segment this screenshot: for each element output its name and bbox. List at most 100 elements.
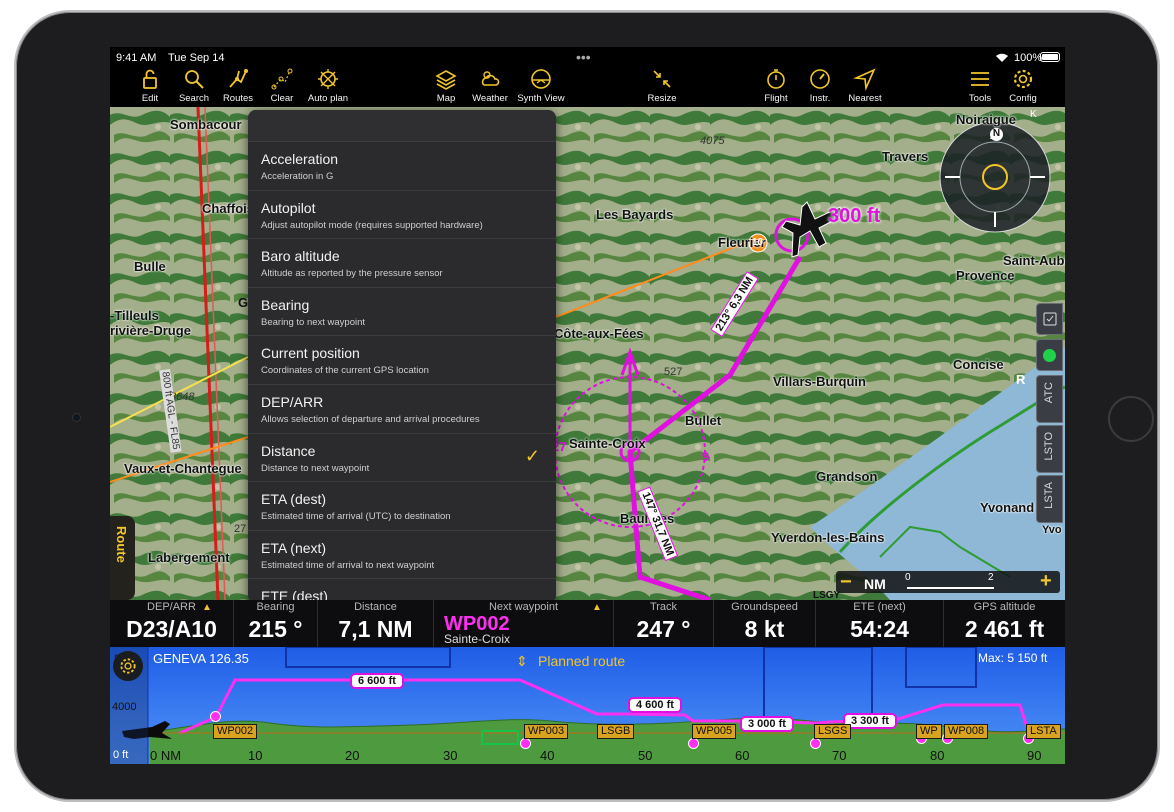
place-label: Villars-Burquin [773, 374, 866, 389]
instrument-picker-menu: Acceleration Acceleration in G Autopilot Ad… [248, 110, 556, 603]
track-cell[interactable]: Track 247 ° [614, 600, 714, 647]
side-tab-label: LSTA [1043, 482, 1055, 509]
waypoint-tag[interactable]: WP [916, 724, 942, 739]
next-waypoint-cell[interactable]: Next waypoint WP002 Sainte-Croix ▲ [434, 600, 614, 647]
x-axis-label: 60 [735, 748, 750, 763]
menu-item-eta-dest[interactable]: ETA (dest) Estimated time of arrival (UTC… [248, 482, 556, 531]
place-label: Chaffois [202, 201, 254, 216]
place-label: Vaux-et-Chantegue [124, 461, 242, 476]
distance-cell[interactable]: Distance 7,1 NM [318, 600, 434, 647]
menu-item-description: Adjust autopilot mode (requires supporte… [261, 219, 483, 231]
search-icon [185, 70, 204, 89]
routes-icon [229, 69, 248, 88]
next-waypoint-name: Sainte-Croix [444, 632, 511, 646]
profile-settings-button[interactable] [113, 651, 143, 681]
cell-header: Track [649, 601, 678, 613]
side-tab-atc[interactable]: ATC [1036, 375, 1063, 423]
frequency-label: GENEVA 126.35 [153, 651, 249, 666]
place-label: Noiraigue [956, 112, 1016, 127]
warning-icon: ▲ [592, 602, 602, 613]
route-tab[interactable]: Route [110, 516, 135, 600]
menu-item-label: Acceleration [261, 151, 339, 167]
place-label: Bullet [685, 413, 722, 428]
config-button[interactable]: Config [995, 63, 1051, 107]
altitude-badge: 6 600 ft [350, 673, 404, 689]
side-tab-label: ATC [1043, 382, 1055, 404]
gps-altitude-cell[interactable]: GPS altitude 2 461 ft [944, 600, 1065, 647]
menu-item-label: Autopilot [261, 199, 316, 216]
weather-icon [481, 71, 500, 86]
ete-next-cell[interactable]: ETE (next) 54:24 [816, 600, 944, 647]
map-letter: K [1030, 109, 1037, 120]
place-label: Sombacour [170, 117, 242, 132]
menu-item-dep-arr[interactable]: DEP/ARR Allows selection of departure and… [248, 385, 556, 434]
side-tab-lsto[interactable]: LSTO [1036, 425, 1063, 473]
waypoint-tag[interactable]: WP005 [692, 724, 737, 739]
menu-item-description: Estimated time of arrival (UTC) to desti… [261, 511, 451, 523]
airport-label: LSGY [813, 590, 841, 600]
altitude-badge: 3 000 ft [740, 716, 794, 732]
cell-value: 215 ° [248, 616, 303, 642]
place-label: Les Bayards [596, 207, 674, 222]
vertical-profile[interactable]: 8000 4000 0 ft GENEVA 126.35 ⇕ Planned r… [110, 647, 1065, 764]
checklist-button[interactable] [1036, 303, 1063, 335]
side-tab-lsta[interactable]: LSTA [1036, 475, 1063, 523]
menu-item-label: ETA (next) [261, 539, 327, 556]
waypoint-tag[interactable]: LSTA [1026, 724, 1061, 739]
cell-value: 54:24 [850, 616, 909, 642]
zoom-in-button[interactable]: + [1040, 570, 1052, 593]
menu-item-label: Current position [261, 345, 360, 362]
waypoint-tag[interactable]: WP008 [944, 724, 989, 739]
x-axis-label: 30 [443, 748, 458, 763]
profile-point [210, 711, 221, 722]
waypoint-tag[interactable]: LSGS [814, 724, 852, 739]
x-axis-label: 50 [638, 748, 653, 763]
menu-item-baro-altitude[interactable]: Baro altitude Altitude as reported by the… [248, 239, 556, 288]
status-indicator-button[interactable] [1036, 339, 1063, 371]
menu-item-autopilot[interactable]: Autopilot Adjust autopilot mode (requires… [248, 191, 556, 240]
cell-value: 8 kt [744, 616, 785, 642]
waypoint-tag[interactable]: LSGB [597, 724, 635, 739]
autoplan-icon [318, 69, 338, 89]
radial-label: 9 [702, 449, 710, 464]
drag-handle-icon[interactable]: ⇕ [516, 653, 528, 670]
cell-header: Groundspeed [731, 601, 798, 613]
groundspeed-cell[interactable]: Groundspeed 8 kt [714, 600, 816, 647]
map-letter: G [238, 295, 249, 310]
waypoint-tag[interactable]: WP003 [524, 724, 569, 739]
zoom-out-button[interactable]: − [840, 571, 852, 594]
y-axis-label: 0 ft [113, 749, 129, 761]
home-button[interactable] [1108, 396, 1154, 442]
altitude-badge: 4 600 ft [628, 697, 682, 713]
map-letter: R [1016, 372, 1026, 387]
place-label: Provence [956, 268, 1015, 283]
menu-item-label: ETA (dest) [261, 491, 327, 508]
y-axis-label: 4000 [112, 701, 137, 713]
scale-end: 2 [988, 572, 994, 583]
menu-item-distance[interactable]: Distance Distance to next waypoint ✓ [248, 434, 556, 483]
altitude-label: 300 ft [828, 205, 881, 227]
cell-header: Distance [354, 601, 397, 613]
menu-item-description: Bearing to next waypoint [261, 316, 366, 328]
bearing-cell[interactable]: Bearing 215 ° [234, 600, 318, 647]
profile-point [810, 738, 821, 749]
nearest-button[interactable]: Nearest [837, 63, 893, 107]
menu-item-eta-next[interactable]: ETA (next) Estimated time of arrival to n… [248, 531, 556, 580]
resize-button[interactable]: Resize [634, 63, 690, 107]
menu-item-current-position[interactable]: Current position Coordinates of the curre… [248, 336, 556, 385]
north-indicator: N [990, 128, 1003, 141]
synth-view-button[interactable]: Synth View [513, 63, 569, 107]
checklist-icon [1043, 312, 1057, 326]
menu-item-bearing[interactable]: Bearing Bearing to next waypoint [248, 288, 556, 337]
config-label: Config [1009, 93, 1037, 104]
lock-icon [143, 69, 157, 89]
waypoint-tag[interactable]: WP002 [213, 724, 258, 739]
scale-bar [907, 587, 994, 589]
menu-item-acceleration[interactable]: Acceleration Acceleration in G [248, 142, 556, 191]
dep-arr-cell[interactable]: DEP/ARR D23/A10 [110, 600, 234, 647]
wifi-icon [996, 53, 1008, 62]
menu-item-description: Altitude as reported by the pressure sen… [261, 268, 443, 280]
weather-button[interactable]: Weather [462, 63, 518, 107]
menu-header [248, 110, 556, 142]
auto-plan-button[interactable]: Auto plan [300, 63, 356, 107]
